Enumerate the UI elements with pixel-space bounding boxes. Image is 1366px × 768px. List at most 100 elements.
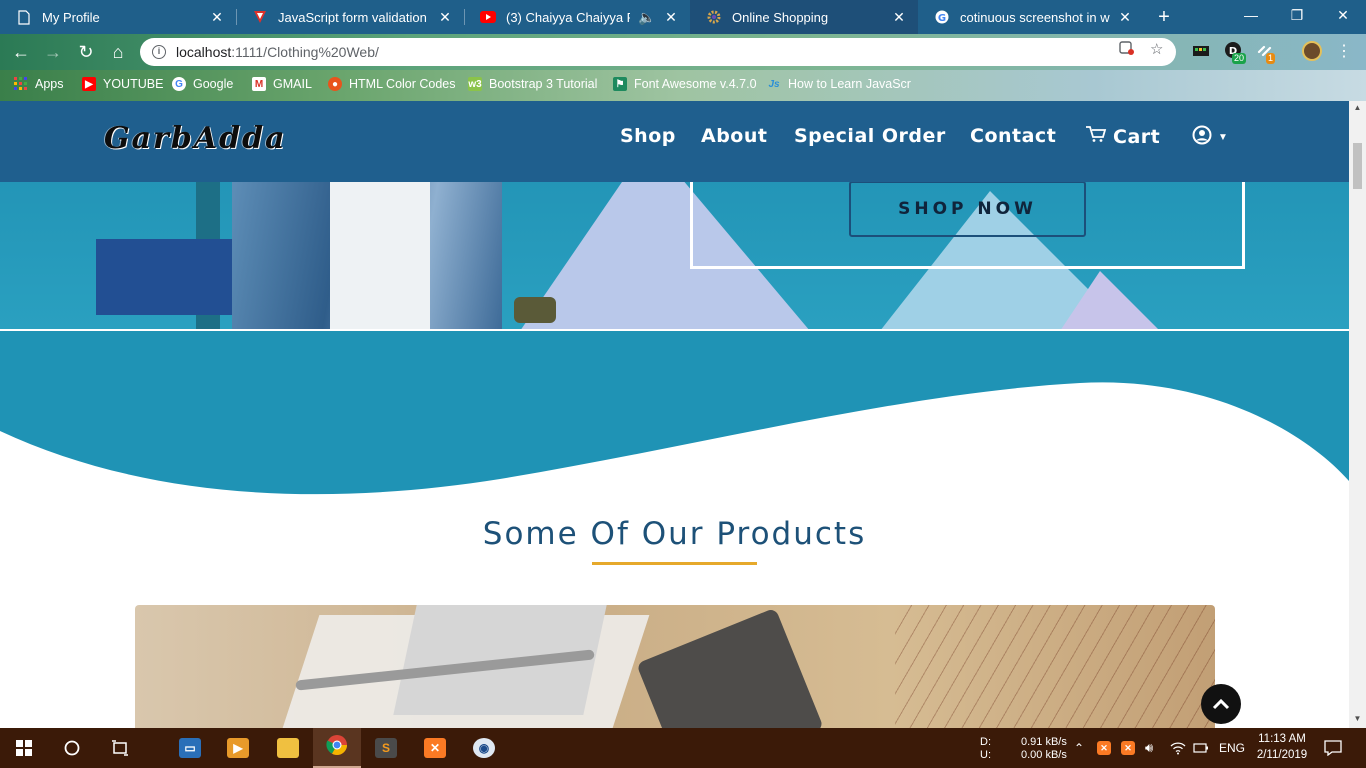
youtube-icon: ▶: [82, 77, 96, 91]
close-window-button[interactable]: ✕: [1320, 0, 1366, 30]
user-circle-icon: [1192, 125, 1212, 150]
taskbar-app-computer[interactable]: ▭: [166, 728, 214, 768]
google-icon: G: [172, 77, 186, 91]
nav-contact[interactable]: Contact: [970, 125, 1056, 147]
computer-icon: ▭: [179, 738, 201, 758]
cart-icon: [1085, 125, 1107, 148]
xampp-tray-icon[interactable]: ✕: [1097, 728, 1111, 768]
bookmark-gmail[interactable]: M GMAIL: [252, 77, 312, 91]
user-menu-dropdown[interactable]: ▼: [1192, 125, 1228, 150]
product-image-card[interactable]: [135, 605, 1215, 728]
bookmark-learn-javascript[interactable]: Js How to Learn JavaScr: [767, 77, 911, 91]
net-upload-speed: 0.00 kB/s: [1021, 749, 1067, 761]
tray-overflow-chevron-icon[interactable]: ⌃: [1074, 728, 1084, 768]
extension-badge: 1: [1266, 53, 1276, 64]
reload-button[interactable]: ↻: [74, 40, 98, 64]
extension-grid-icon[interactable]: [1192, 42, 1210, 60]
font-awesome-flag-icon: ⚑: [613, 77, 627, 91]
taskbar-app-media-player[interactable]: ▶: [214, 728, 262, 768]
taskbar-app-chrome[interactable]: [313, 728, 361, 768]
wifi-icon[interactable]: [1170, 728, 1186, 768]
nav-cart-label: Cart: [1113, 125, 1161, 148]
profile-avatar[interactable]: [1302, 41, 1322, 61]
battery-icon[interactable]: [1193, 728, 1209, 768]
nav-shop[interactable]: Shop: [620, 125, 676, 147]
scroll-up-arrow[interactable]: ▲: [1353, 103, 1362, 112]
tab-online-shopping[interactable]: Online Shopping ✕: [690, 0, 918, 34]
notification-center-icon[interactable]: [1324, 728, 1342, 768]
hero-model-shirt: [330, 171, 430, 330]
scroll-to-top-button[interactable]: [1201, 684, 1241, 724]
paint-icon: ◉: [473, 738, 495, 758]
tab-youtube[interactable]: (3) Chaiyya Chaiyya Full Vi 🔈 ✕: [464, 0, 690, 34]
bookmark-apps[interactable]: Apps: [14, 77, 64, 91]
net-download-speed: 0.91 kB/s: [1021, 736, 1067, 748]
home-button[interactable]: ⌂: [106, 40, 130, 64]
hero-mountain: [1060, 271, 1160, 330]
tab-strip: My Profile ✕ JavaScript form validation …: [0, 0, 1366, 34]
clock-time[interactable]: 11:13 AM: [1256, 733, 1308, 746]
taskbar-app-sublime[interactable]: S: [362, 728, 410, 768]
close-icon[interactable]: ✕: [892, 9, 906, 26]
windows-taskbar: ▭ ▶ S ✕ ◉ D: U: 0.91 kB/s 0.00 kB/s ⌃ ✕ …: [0, 728, 1366, 768]
back-button[interactable]: ←: [9, 40, 33, 64]
language-indicator[interactable]: ENG: [1219, 728, 1245, 768]
nav-special-order[interactable]: Special Order: [794, 125, 946, 147]
new-tab-button[interactable]: +: [1152, 5, 1176, 29]
translate-icon[interactable]: [1119, 40, 1135, 60]
taskbar-app-file-explorer[interactable]: [264, 728, 312, 768]
shop-now-button[interactable]: SHOP NOW: [849, 181, 1086, 237]
tab-title: My Profile: [42, 9, 100, 25]
taskbar-app-xampp[interactable]: ✕: [411, 728, 459, 768]
restore-button[interactable]: ❐: [1274, 0, 1320, 30]
bookmark-google[interactable]: G Google: [172, 77, 233, 91]
address-bar[interactable]: i localhost:1111/Clothing%20Web/: [140, 38, 1176, 66]
volume-icon[interactable]: 🔊︎: [1145, 728, 1153, 768]
info-icon[interactable]: i: [152, 45, 166, 59]
close-icon[interactable]: ✕: [664, 9, 678, 26]
page-viewport: SHOP NOW Some Of Our Products GarbAdda S…: [0, 101, 1349, 728]
close-icon[interactable]: ✕: [1118, 9, 1132, 26]
bookmark-star-icon[interactable]: ☆: [1150, 40, 1163, 58]
scroll-down-arrow[interactable]: ▼: [1353, 714, 1362, 723]
extension-link-icon[interactable]: 1: [1256, 41, 1278, 64]
cortana-search-button[interactable]: [48, 728, 96, 768]
close-icon[interactable]: ✕: [210, 9, 224, 26]
gear-favicon: [706, 9, 722, 25]
page-scrollbar[interactable]: ▲ ▼: [1349, 101, 1366, 728]
bookmark-font-awesome[interactable]: ⚑ Font Awesome v.4.7.0: [613, 77, 757, 91]
page-icon: [16, 9, 32, 25]
products-heading: Some Of Our Products: [482, 516, 867, 552]
tab-my-profile[interactable]: My Profile ✕: [0, 0, 236, 34]
bookmark-label: Bootstrap 3 Tutorial: [489, 77, 598, 91]
nav-cart[interactable]: Cart: [1085, 125, 1160, 148]
site-logo[interactable]: GarbAdda: [104, 121, 287, 156]
clock-date[interactable]: 2/11/2019: [1252, 749, 1312, 762]
scrollbar-thumb[interactable]: [1353, 143, 1362, 189]
bookmark-html-color-codes[interactable]: ● HTML Color Codes: [328, 77, 456, 91]
taskbar-app-paint[interactable]: ◉: [460, 728, 508, 768]
bookmark-label: Font Awesome v.4.7.0: [634, 77, 757, 91]
forward-button[interactable]: →: [41, 40, 65, 64]
bookmark-bootstrap[interactable]: w3 Bootstrap 3 Tutorial: [468, 77, 597, 91]
nav-about[interactable]: About: [701, 125, 767, 147]
minimize-button[interactable]: —: [1228, 0, 1274, 30]
caret-down-icon: ▼: [1218, 132, 1228, 143]
xampp-icon: ✕: [424, 738, 446, 758]
url-host: localhost: [176, 44, 232, 60]
chrome-menu-icon[interactable]: ⋮: [1332, 40, 1356, 64]
tab-js-validation[interactable]: JavaScript form validation - jav ✕: [236, 0, 464, 34]
bookmark-youtube[interactable]: ▶ YOUTUBE: [82, 77, 163, 91]
windows-start-button[interactable]: [0, 728, 48, 768]
task-view-button[interactable]: [96, 728, 144, 768]
speaker-icon[interactable]: 🔈: [638, 9, 656, 26]
sublime-icon: S: [375, 738, 397, 758]
w3schools-icon: w3: [468, 77, 482, 91]
bookmark-label: Apps: [35, 77, 64, 91]
tab-google-search[interactable]: G cotinuous screenshot in windo ✕: [918, 0, 1144, 34]
wave-divider: [0, 331, 1349, 501]
xampp-tray-icon-2[interactable]: ✕: [1121, 728, 1135, 768]
close-icon[interactable]: ✕: [438, 9, 452, 26]
extension-d-icon[interactable]: D 20: [1224, 41, 1247, 64]
youtube-icon: [480, 9, 496, 25]
